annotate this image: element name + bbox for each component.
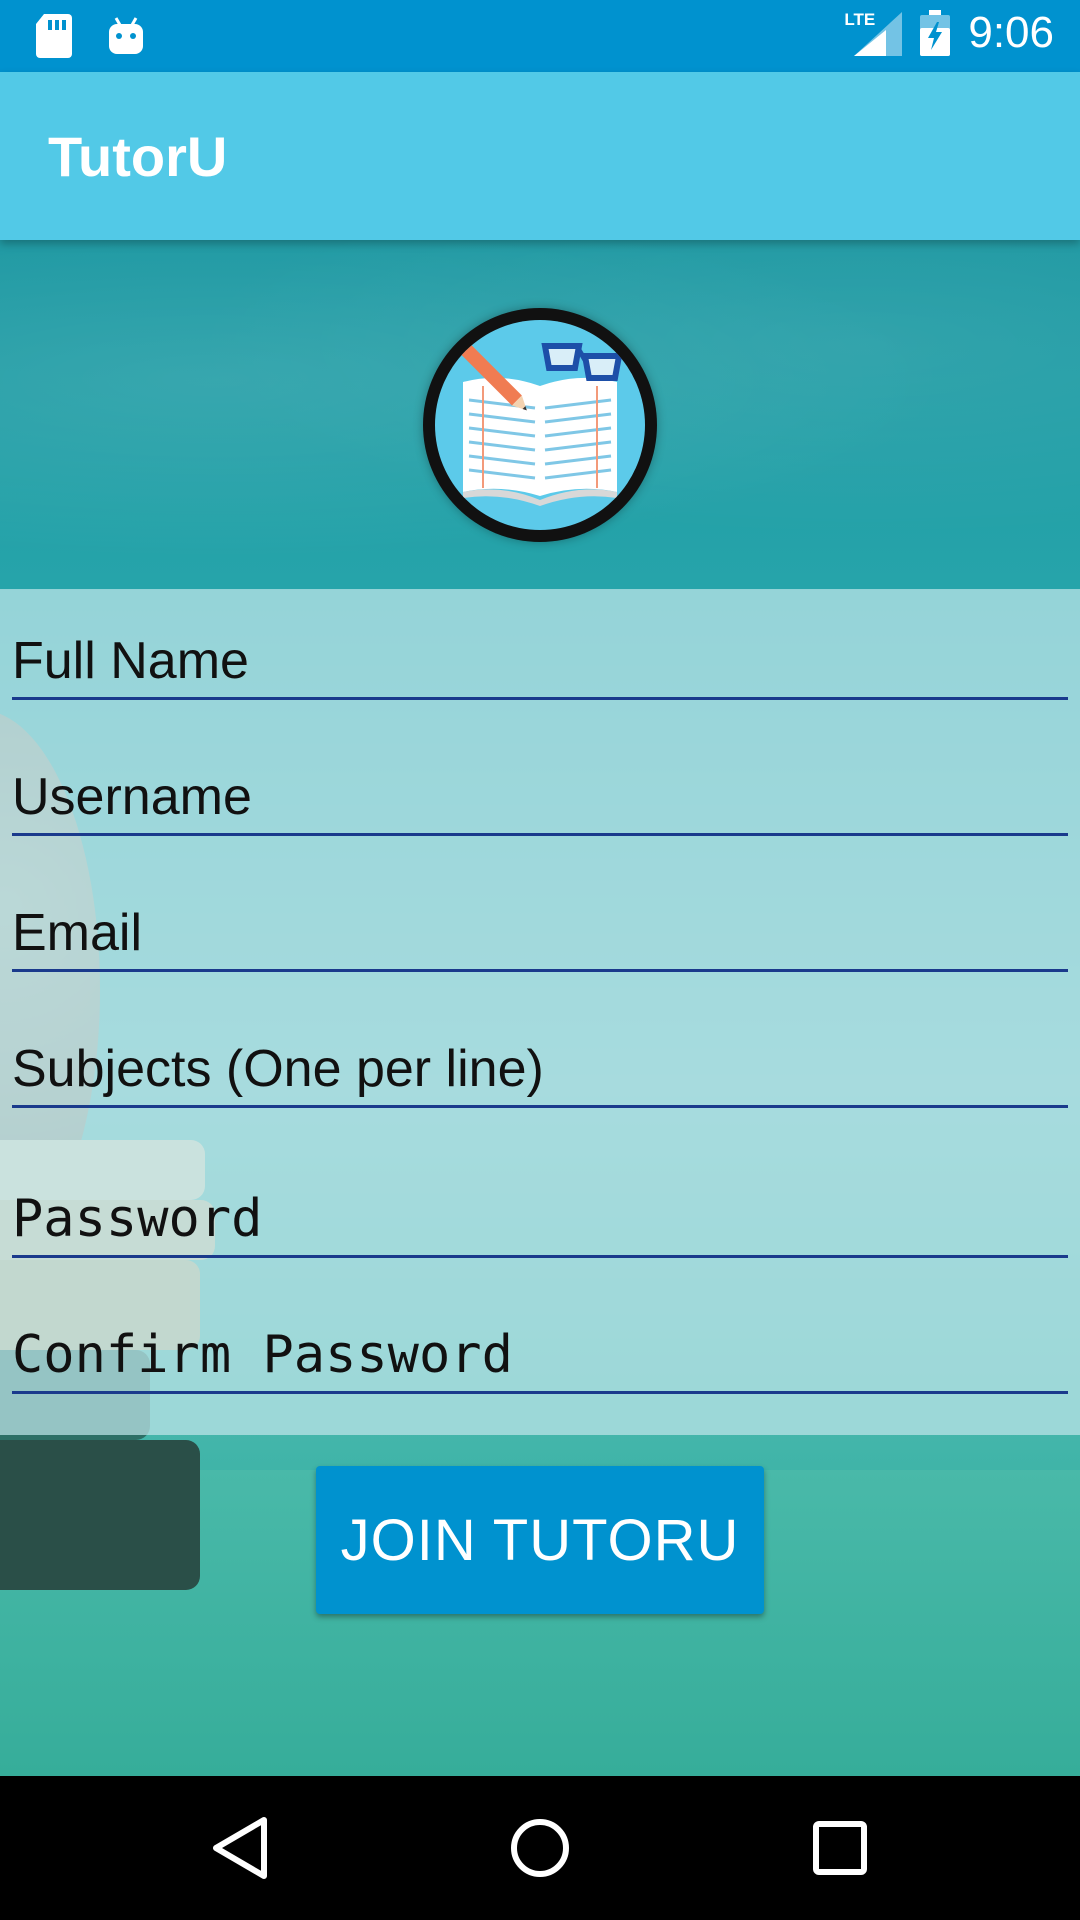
battery-charging-icon [920, 10, 951, 56]
app-title: TutorU [48, 125, 228, 188]
password-field[interactable] [12, 1175, 1068, 1258]
book-pencil-glasses-logo [423, 308, 657, 542]
clock: 9:06 [968, 8, 1054, 57]
password-input[interactable] [12, 1189, 1068, 1249]
join-tutoru-button[interactable]: JOIN TUTORU [316, 1466, 764, 1614]
subjects-input[interactable] [12, 1039, 1068, 1099]
full-name-field[interactable] [12, 617, 1068, 700]
email-field[interactable] [12, 889, 1068, 972]
android-icon [109, 17, 143, 54]
back-icon[interactable] [204, 1812, 276, 1884]
confirm-password-field[interactable] [12, 1311, 1068, 1394]
signup-form [0, 589, 1080, 1435]
home-icon[interactable] [504, 1812, 576, 1884]
username-input[interactable] [12, 767, 1068, 827]
navigation-bar [0, 1776, 1080, 1920]
lte-signal-icon: LTE [844, 10, 903, 56]
email-input[interactable] [12, 903, 1068, 963]
subjects-field[interactable] [12, 1025, 1068, 1108]
confirm-password-input[interactable] [12, 1325, 1068, 1385]
username-field[interactable] [12, 753, 1068, 836]
full-name-input[interactable] [12, 631, 1068, 691]
status-bar: LTE 9:06 [0, 0, 1080, 72]
recents-icon[interactable] [804, 1812, 876, 1884]
app-bar: TutorU [0, 72, 1080, 240]
sd-card-icon [36, 14, 72, 58]
